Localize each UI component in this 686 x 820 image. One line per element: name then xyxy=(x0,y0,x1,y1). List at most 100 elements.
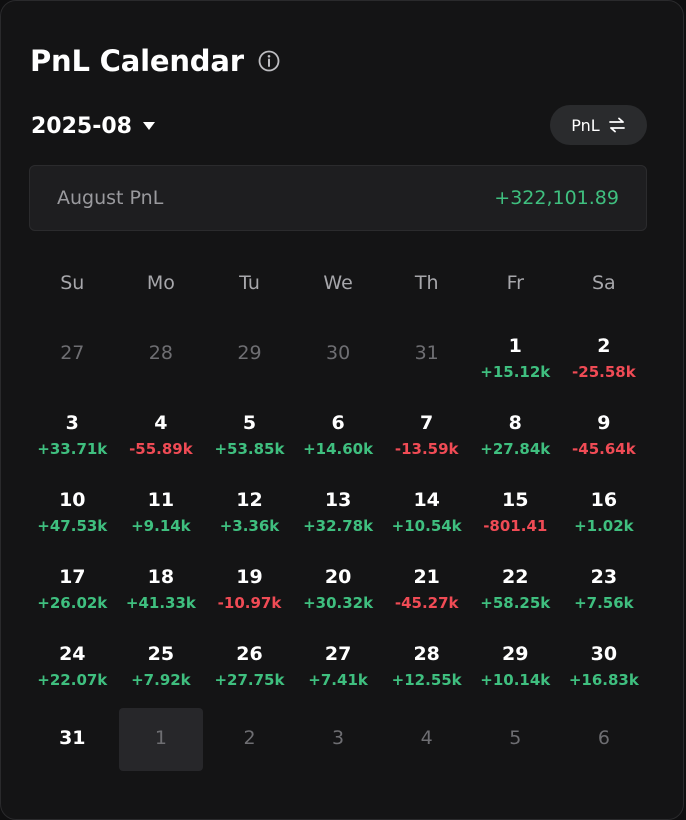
day-pnl-value: +7.41k xyxy=(308,671,368,689)
calendar-day-cell[interactable]: 1 xyxy=(117,699,206,776)
month-summary: August PnL +322,101.89 xyxy=(29,165,647,231)
calendar-day-cell[interactable]: 9 -45.64k xyxy=(560,391,649,468)
calendar-day-cell[interactable]: 28 xyxy=(117,314,206,391)
day-pnl-value: +26.02k xyxy=(37,594,108,612)
calendar-day-cell[interactable]: 16 +1.02k xyxy=(560,468,649,545)
calendar-day-cell[interactable]: 7 -13.59k xyxy=(382,391,471,468)
summary-label: August PnL xyxy=(57,187,164,209)
calendar-day-cell[interactable]: 27 +7.41k xyxy=(294,622,383,699)
day-number: 5 xyxy=(509,726,522,749)
calendar-day-cell[interactable]: 14 +10.54k xyxy=(382,468,471,545)
calendar-day-cell[interactable]: 28 +12.55k xyxy=(382,622,471,699)
day-number: 1 xyxy=(154,726,167,749)
calendar-day-cell[interactable]: 31 xyxy=(382,314,471,391)
day-pnl-value: +30.32k xyxy=(303,594,374,612)
day-number: 25 xyxy=(147,643,175,665)
calendar-day-cell[interactable]: 3 +33.71k xyxy=(28,391,117,468)
calendar-day-cell[interactable]: 31 xyxy=(28,699,117,776)
day-pnl-value: -25.58k xyxy=(572,363,636,381)
day-pnl-value: +22.07k xyxy=(37,671,108,689)
day-pnl-value: +15.12k xyxy=(480,363,551,381)
day-number: 6 xyxy=(331,412,345,434)
calendar-day-cell[interactable]: 25 +7.92k xyxy=(117,622,206,699)
calendar-day-cell[interactable]: 30 +16.83k xyxy=(560,622,649,699)
day-number: 2 xyxy=(597,335,611,357)
calendar-day-cell[interactable]: 5 xyxy=(471,699,560,776)
day-number: 15 xyxy=(502,489,529,511)
calendar-day-cell[interactable]: 6 xyxy=(560,699,649,776)
day-pnl-value: +7.56k xyxy=(574,594,634,612)
day-number: 27 xyxy=(60,341,85,364)
calendar-day-cell[interactable]: 8 +27.84k xyxy=(471,391,560,468)
calendar-day-cell[interactable]: 5 +53.85k xyxy=(205,391,294,468)
day-number: 3 xyxy=(65,412,79,434)
day-pnl-value: +33.71k xyxy=(37,440,108,458)
weekday-header: Su Mo Tu We Th Fr Sa xyxy=(28,267,648,299)
calendar-day-cell[interactable]: 18 +41.33k xyxy=(117,545,206,622)
day-number: 28 xyxy=(148,341,173,364)
day-number: 7 xyxy=(420,412,434,434)
calendar-day-cell[interactable]: 24 +22.07k xyxy=(28,622,117,699)
calendar-day-cell[interactable]: 20 +30.32k xyxy=(294,545,383,622)
day-pnl-value: +7.92k xyxy=(131,671,191,689)
calendar-day-cell[interactable]: 13 +32.78k xyxy=(294,468,383,545)
day-pnl-value: -45.64k xyxy=(572,440,636,458)
day-number: 8 xyxy=(508,412,522,434)
calendar-day-cell[interactable]: 30 xyxy=(294,314,383,391)
weekday-label: Fr xyxy=(506,272,524,294)
toggle-label: PnL xyxy=(571,115,600,135)
calendar-day-cell[interactable]: 26 +27.75k xyxy=(205,622,294,699)
calendar-day-cell[interactable]: 2 xyxy=(205,699,294,776)
day-pnl-value: +9.14k xyxy=(131,517,191,535)
calendar-day-cell[interactable]: 2 -25.58k xyxy=(560,314,649,391)
pnl-toggle-button[interactable]: PnL xyxy=(550,105,647,145)
calendar-day-cell[interactable]: 1 +15.12k xyxy=(471,314,560,391)
day-pnl-value: +10.14k xyxy=(480,671,551,689)
calendar-day-cell[interactable]: 23 +7.56k xyxy=(560,545,649,622)
calendar-day-cell[interactable]: 4 xyxy=(382,699,471,776)
calendar-day-cell[interactable]: 15 -801.41 xyxy=(471,468,560,545)
day-number: 20 xyxy=(324,566,352,588)
day-number: 14 xyxy=(413,489,440,511)
calendar-day-cell[interactable]: 27 xyxy=(28,314,117,391)
calendar-day-cell[interactable]: 12 +3.36k xyxy=(205,468,294,545)
month-selector[interactable]: 2025-08 xyxy=(31,109,155,143)
weekday-label: Th xyxy=(414,272,439,294)
month-label: 2025-08 xyxy=(31,113,132,139)
day-number: 10 xyxy=(59,489,86,511)
day-pnl-value: +14.60k xyxy=(303,440,374,458)
calendar-day-cell[interactable]: 21 -45.27k xyxy=(382,545,471,622)
day-number: 6 xyxy=(597,726,610,749)
weekday-label: Mo xyxy=(146,272,175,294)
caret-down-icon xyxy=(142,122,155,130)
calendar-day-cell[interactable]: 10 +47.53k xyxy=(28,468,117,545)
day-number: 5 xyxy=(242,412,257,434)
day-pnl-value: +47.53k xyxy=(37,517,108,535)
calendar-day-cell[interactable]: 6 +14.60k xyxy=(294,391,383,468)
day-number: 11 xyxy=(147,489,175,511)
day-pnl-value: +12.55k xyxy=(391,671,462,689)
day-pnl-value: -55.89k xyxy=(129,440,193,458)
day-number: 24 xyxy=(59,643,86,665)
calendar-day-cell[interactable]: 22 +58.25k xyxy=(471,545,560,622)
day-pnl-value: +3.36k xyxy=(219,517,280,535)
calendar-day-cell[interactable]: 19 -10.97k xyxy=(205,545,294,622)
weekday-label: Sa xyxy=(592,272,616,294)
day-number: 19 xyxy=(236,566,263,588)
day-pnl-value: -13.59k xyxy=(394,440,459,458)
info-icon[interactable] xyxy=(258,50,280,72)
day-number: 31 xyxy=(59,726,86,749)
calendar-day-cell[interactable]: 11 +9.14k xyxy=(117,468,206,545)
day-pnl-value: +27.84k xyxy=(480,440,551,458)
calendar-day-cell[interactable]: 29 +10.14k xyxy=(471,622,560,699)
day-number: 31 xyxy=(414,341,439,364)
calendar-day-cell[interactable]: 29 xyxy=(205,314,294,391)
day-number: 18 xyxy=(147,566,175,588)
calendar-day-cell[interactable]: 17 +26.02k xyxy=(28,545,117,622)
day-pnl-value: +32.78k xyxy=(303,517,374,535)
page-title: PnL Calendar xyxy=(30,44,244,78)
day-pnl-value: +41.33k xyxy=(125,594,196,612)
calendar-day-cell[interactable]: 4 -55.89k xyxy=(117,391,206,468)
day-pnl-value: +58.25k xyxy=(480,594,551,612)
calendar-day-cell[interactable]: 3 xyxy=(294,699,383,776)
